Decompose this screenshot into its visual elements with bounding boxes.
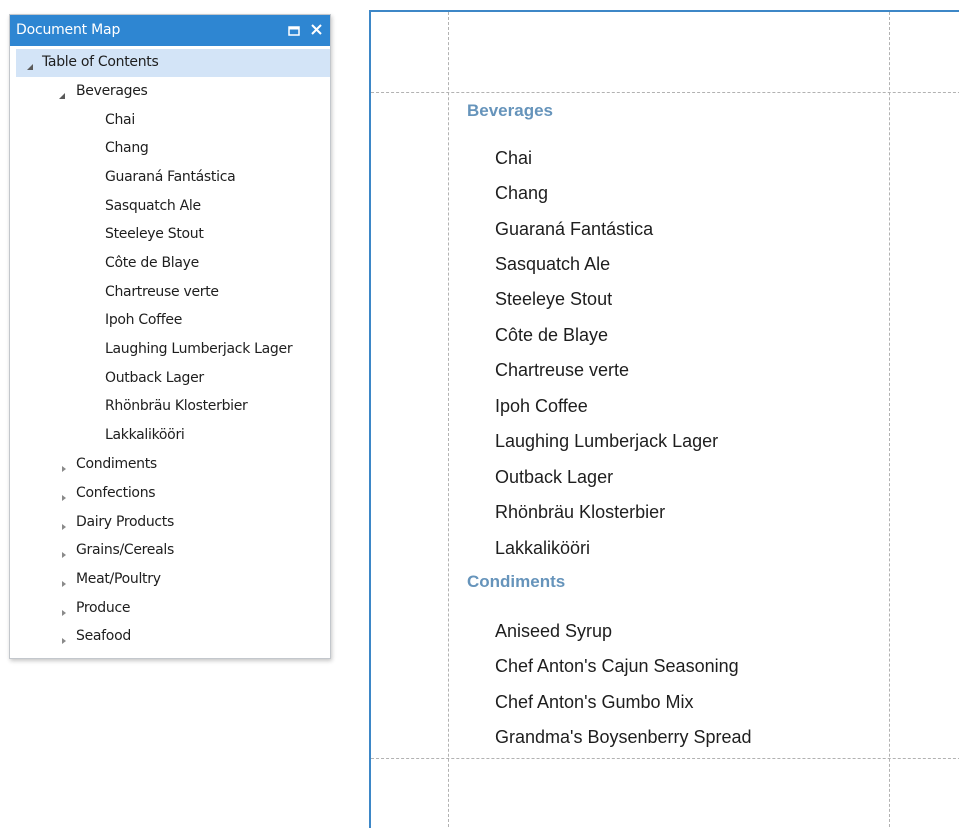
tree-item-label: Chartreuse verte (105, 284, 219, 300)
margin-guide-bottom (371, 758, 959, 759)
tree-item-label: Chang (105, 140, 149, 156)
maximize-icon[interactable] (287, 23, 301, 37)
document-map-panel: Document Map Table of Contents Beverages… (9, 14, 331, 659)
tree-item-produce[interactable]: Produce (10, 595, 330, 623)
report-item[interactable]: Chang (495, 183, 548, 204)
tree-item-label: Beverages (76, 83, 148, 99)
tree-item-label: Sasquatch Ale (105, 198, 201, 214)
tree-item-label: Côte de Blaye (105, 255, 199, 271)
tree-item-product[interactable]: Steeleye Stout (10, 221, 330, 249)
group-heading-beverages[interactable]: Beverages (467, 101, 553, 121)
tree-item-product[interactable]: Laughing Lumberjack Lager (10, 336, 330, 364)
tree-item-label: Dairy Products (76, 514, 174, 530)
report-item[interactable]: Lakkalikööri (495, 538, 590, 559)
tree-item-label: Seafood (76, 628, 131, 644)
tree-item-label: Steeleye Stout (105, 226, 204, 242)
report-page: Beverages Chai Chang Guaraná Fantástica … (369, 10, 959, 828)
collapsed-triangle-icon[interactable] (60, 547, 68, 558)
expanded-triangle-icon[interactable] (58, 88, 66, 99)
collapsed-triangle-icon[interactable] (60, 576, 68, 587)
tree-item-label: Guaraná Fantástica (105, 169, 236, 185)
tree-item-label: Grains/Cereals (76, 542, 174, 558)
margin-guide-right (889, 12, 890, 828)
report-item[interactable]: Chai (495, 148, 532, 169)
report-item[interactable]: Laughing Lumberjack Lager (495, 431, 718, 452)
report-item[interactable]: Ipoh Coffee (495, 396, 588, 417)
tree-item-product[interactable]: Chai (10, 107, 330, 135)
tree-item-label: Meat/Poultry (76, 571, 161, 587)
collapsed-triangle-icon[interactable] (60, 605, 68, 616)
tree-item-label: Ipoh Coffee (105, 312, 183, 328)
tree-item-product[interactable]: Chartreuse verte (10, 279, 330, 307)
report-item[interactable]: Côte de Blaye (495, 325, 608, 346)
collapsed-triangle-icon[interactable] (60, 461, 68, 472)
expanded-triangle-icon[interactable] (26, 59, 34, 70)
tree-item-seafood[interactable]: Seafood (10, 623, 330, 651)
tree-item-product[interactable]: Outback Lager (10, 365, 330, 393)
tree-item-label: Laughing Lumberjack Lager (105, 341, 293, 357)
tree-item-condiments[interactable]: Condiments (10, 451, 330, 479)
tree-item-grains-cereals[interactable]: Grains/Cereals (10, 537, 330, 565)
tree-item-product[interactable]: Guaraná Fantástica (10, 164, 330, 192)
group-heading-condiments[interactable]: Condiments (467, 572, 565, 592)
report-designer: Document Map Table of Contents Beverages… (0, 0, 959, 828)
report-item[interactable]: Chartreuse verte (495, 360, 629, 381)
report-item[interactable]: Chef Anton's Cajun Seasoning (495, 656, 739, 677)
tree-item-product[interactable]: Chang (10, 135, 330, 163)
tree-item-product[interactable]: Lakkalikööri (10, 422, 330, 450)
tree-item-dairy-products[interactable]: Dairy Products (10, 509, 330, 537)
tree-item-label: Lakkalikööri (105, 427, 185, 443)
collapsed-triangle-icon[interactable] (60, 633, 68, 644)
tree-item-label: Rhönbräu Klosterbier (105, 398, 248, 414)
margin-guide-top (371, 92, 959, 93)
tree-item-label: Chai (105, 112, 135, 128)
collapsed-triangle-icon[interactable] (60, 519, 68, 530)
document-map-title: Document Map (16, 22, 121, 38)
tree-item-label: Produce (76, 600, 131, 616)
tree-item-label: Outback Lager (105, 370, 204, 386)
tree-item-beverages[interactable]: Beverages (10, 78, 330, 106)
report-item[interactable]: Outback Lager (495, 467, 613, 488)
tree-item-product[interactable]: Rhönbräu Klosterbier (10, 393, 330, 421)
report-item[interactable]: Rhönbräu Klosterbier (495, 502, 665, 523)
tree-item-confections[interactable]: Confections (10, 480, 330, 508)
report-item[interactable]: Guaraná Fantástica (495, 219, 653, 240)
tree-item-product[interactable]: Sasquatch Ale (10, 193, 330, 221)
document-map-titlebar[interactable]: Document Map (10, 15, 330, 46)
tree-item-product[interactable]: Ipoh Coffee (10, 307, 330, 335)
tree-item-product[interactable]: Côte de Blaye (10, 250, 330, 278)
report-item[interactable]: Steeleye Stout (495, 289, 612, 310)
report-item[interactable]: Chef Anton's Gumbo Mix (495, 692, 694, 713)
tree-item-label: Condiments (76, 456, 157, 472)
close-icon[interactable] (309, 22, 325, 38)
tree-item-label: Table of Contents (42, 54, 159, 70)
tree-item-table-of-contents[interactable]: Table of Contents (16, 49, 330, 77)
report-item[interactable]: Aniseed Syrup (495, 621, 612, 642)
tree-item-label: Confections (76, 485, 156, 501)
report-item[interactable]: Sasquatch Ale (495, 254, 610, 275)
collapsed-triangle-icon[interactable] (60, 490, 68, 501)
tree-item-meat-poultry[interactable]: Meat/Poultry (10, 566, 330, 594)
margin-guide-left (448, 12, 449, 828)
report-item[interactable]: Grandma's Boysenberry Spread (495, 727, 752, 748)
